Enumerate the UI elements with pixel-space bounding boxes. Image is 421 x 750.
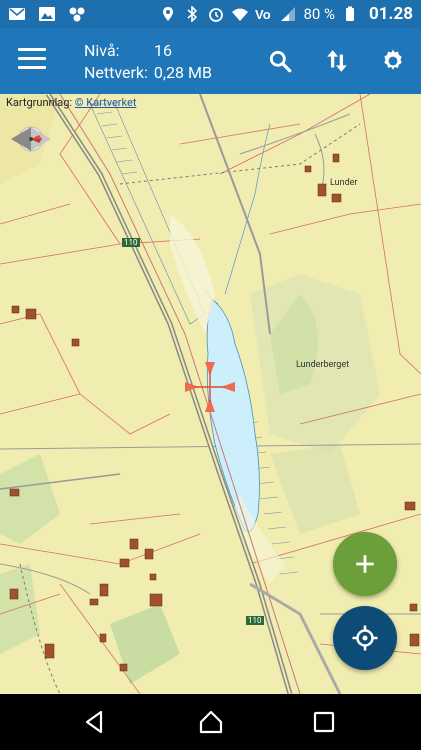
clock: 01.28 (369, 4, 413, 24)
map-view[interactable]: Kartgrunnlag: © Kartverket Lunder Lunder… (0, 94, 421, 694)
up-down-arrows-icon (327, 50, 347, 72)
crosshair-icon (352, 625, 378, 651)
search-button[interactable] (263, 44, 297, 78)
battery-percent: 80 % (303, 5, 336, 23)
recents-icon (313, 711, 335, 733)
compass-icon[interactable] (6, 114, 56, 164)
network-label: Nettverk: (84, 63, 148, 82)
attribution-label: Kartgrunnlag: (6, 96, 73, 109)
add-button[interactable] (333, 532, 397, 596)
road-label-110: 110 (246, 616, 264, 625)
back-icon (85, 710, 103, 734)
menu-icon-line (18, 57, 46, 60)
place-label-lunder: Lunder (330, 178, 358, 188)
map-canvas (0, 94, 421, 694)
app-bar: Nivå: 16 Nettverk: 0,28 MB (0, 28, 421, 94)
gear-icon (384, 49, 402, 70)
place-label-lunderberget: Lunderberget (296, 360, 350, 370)
signal-icon (279, 6, 297, 22)
bluetooth-icon (183, 6, 201, 22)
menu-button[interactable] (18, 48, 46, 72)
home-button[interactable] (197, 708, 225, 736)
search-icon (269, 50, 292, 73)
sync-button[interactable] (320, 44, 354, 78)
dots-icon (68, 6, 86, 22)
menu-icon-line (18, 66, 46, 69)
level-value: 16 (154, 41, 172, 60)
locate-button[interactable] (333, 606, 397, 670)
home-icon (199, 710, 223, 734)
kartverket-link[interactable]: © Kartverket (75, 96, 137, 109)
network-value: 0,28 MB (153, 63, 212, 82)
plus-icon (356, 555, 374, 573)
battery-icon (341, 6, 359, 22)
location-icon (159, 6, 177, 22)
status-bar: Vo 80 % 01.28 (0, 0, 421, 28)
alarm-icon (207, 6, 225, 22)
recents-button[interactable] (310, 708, 338, 736)
mail-icon (8, 6, 26, 22)
svg-text:Vo: Vo (255, 7, 271, 22)
image-icon (38, 6, 56, 22)
level-label: Nivå: (84, 41, 120, 60)
wifi-icon (231, 6, 249, 22)
system-nav-bar (0, 694, 421, 750)
settings-button[interactable] (376, 44, 410, 78)
map-info: Nivå: 16 Nettverk: 0,28 MB (84, 40, 212, 84)
volte-icon: Vo (255, 6, 273, 22)
road-label-110: 110 (122, 238, 140, 247)
menu-icon (18, 48, 46, 51)
attribution: Kartgrunnlag: © Kartverket (6, 96, 136, 109)
back-button[interactable] (80, 708, 108, 736)
